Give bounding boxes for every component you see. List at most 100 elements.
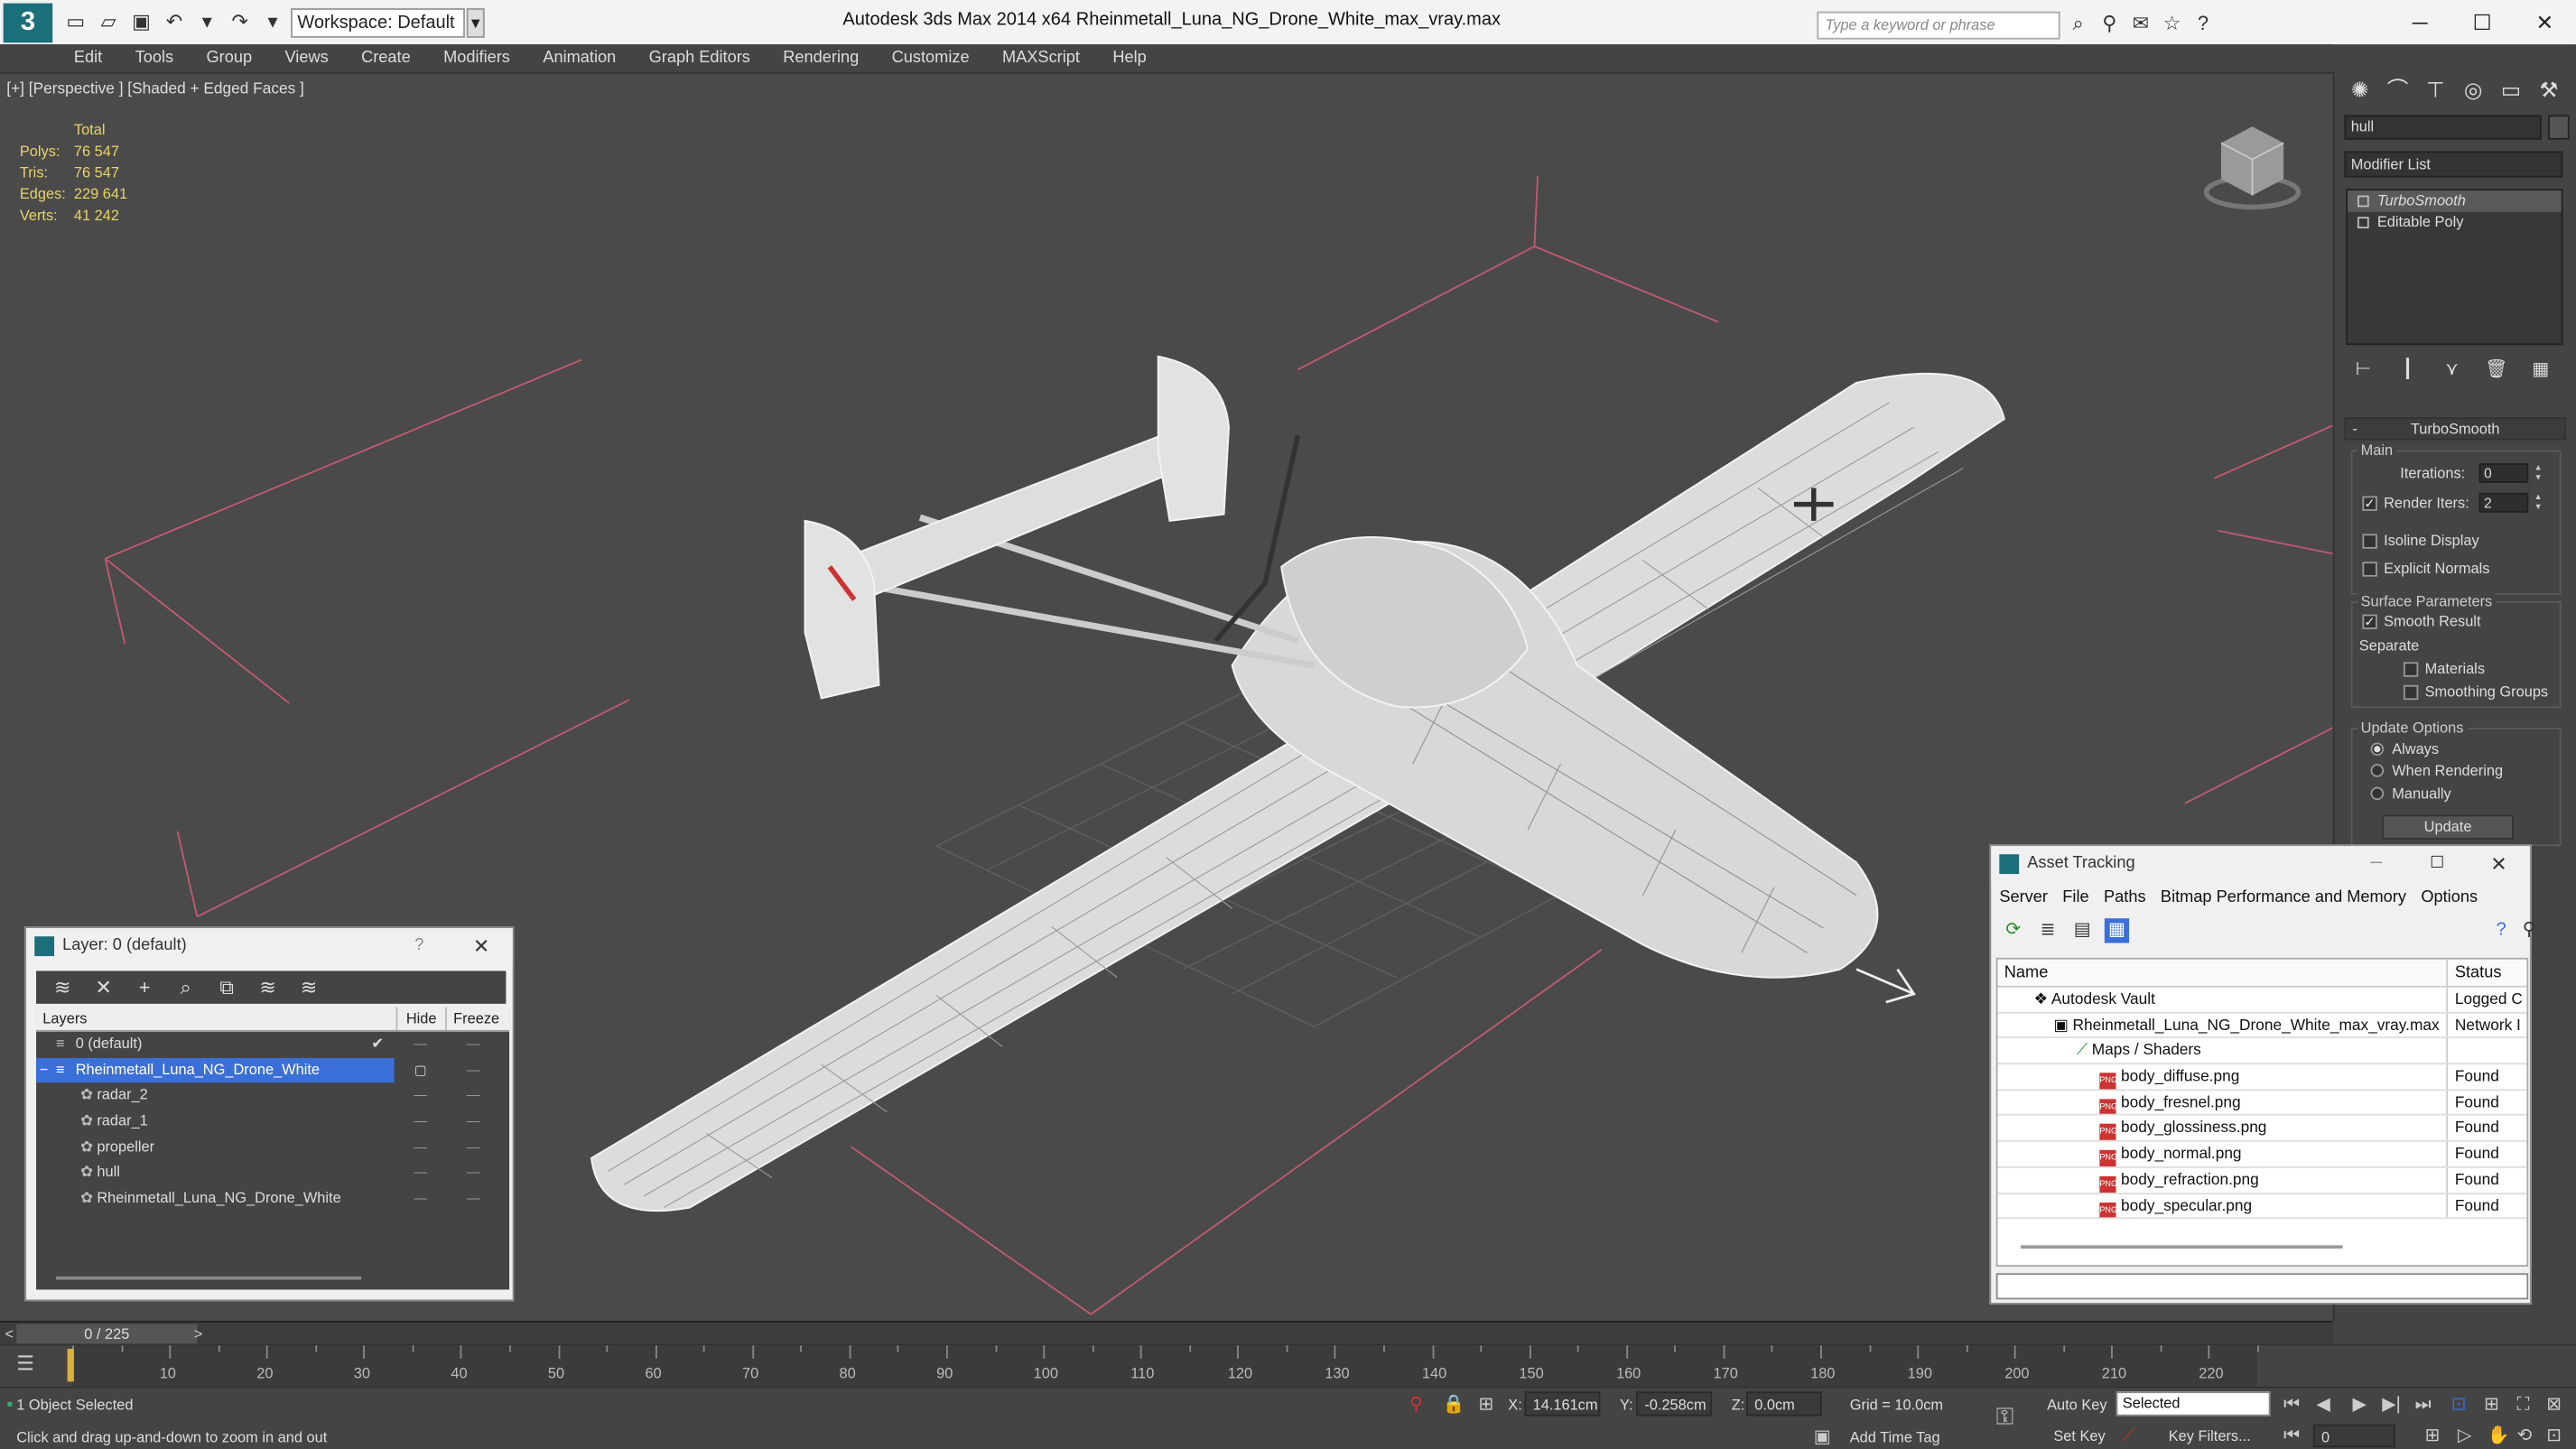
layer-row[interactable]: ✿ Rheinmetall_Luna_NG_Drone_White — — — [36, 1186, 509, 1212]
make-unique-icon[interactable]: ⋎ — [2440, 358, 2464, 381]
time-tag-icon[interactable]: ▣ — [1814, 1426, 1831, 1448]
key-filters-button[interactable]: Key Filters... — [2169, 1425, 2251, 1447]
set-key-icon[interactable]: ⟋ — [2123, 1425, 2135, 1447]
selection-lock-icon[interactable]: 🔒 — [1443, 1393, 1465, 1416]
hide-all-layers-icon[interactable]: ≋ — [255, 971, 281, 1003]
render-iters-spin-arrows-icon[interactable]: ▲ ▼ — [2532, 493, 2545, 513]
delete-layer-icon[interactable]: ✕ — [90, 971, 116, 1003]
asset-path-field[interactable] — [1995, 1273, 2529, 1300]
add-to-layer-icon[interactable]: + — [132, 971, 158, 1003]
menu-edit[interactable]: Edit — [58, 44, 119, 72]
field-of-view-icon[interactable]: ▷ — [2458, 1425, 2471, 1447]
time-slider[interactable]: < 0 / 225 > — [0, 1321, 2333, 1345]
asset-menu-file[interactable]: File — [2054, 886, 2096, 912]
asset-context-help-icon[interactable]: ⚲ — [2516, 918, 2541, 943]
asset-maximize-icon[interactable]: ☐ — [2430, 846, 2444, 882]
menu-customize[interactable]: Customize — [875, 44, 985, 72]
asset-close-icon[interactable]: ✕ — [2490, 846, 2506, 882]
help-icon[interactable]: ? — [2191, 12, 2214, 34]
stack-item-editable-poly[interactable]: Editable Poly — [2348, 212, 2562, 234]
key-set-select[interactable]: Selected — [2116, 1391, 2271, 1416]
close-icon[interactable]: ✕ — [2514, 0, 2576, 44]
layer-dialog-help-icon[interactable]: ? — [414, 928, 423, 964]
hierarchy-tab-icon[interactable]: ⊤ — [2420, 76, 2451, 106]
when-rendering-radio[interactable] — [2370, 764, 2385, 777]
update-button[interactable]: Update — [2382, 814, 2514, 840]
asset-minimize-icon[interactable]: ─ — [2370, 846, 2382, 882]
viewcube-icon[interactable] — [2201, 120, 2306, 212]
go-to-end-icon[interactable]: ⏭ — [2415, 1393, 2432, 1416]
configure-sets-icon[interactable]: ▦ — [2528, 358, 2553, 381]
render-iters-spinner[interactable]: 2 — [2478, 492, 2529, 513]
x-coordinate-field[interactable]: 14.161cm — [1524, 1391, 1601, 1416]
zoom-extents-icon[interactable]: ⛶ — [2516, 1393, 2529, 1416]
menu-modifiers[interactable]: Modifiers — [427, 44, 526, 72]
menu-animation[interactable]: Animation — [526, 44, 632, 72]
asset-row[interactable]: ▣ Rheinmetall_Luna_NG_Drone_White_max_vr… — [1997, 1013, 2527, 1039]
layer-dialog-title-bar[interactable]: Layer: 0 (default) ? ✕ — [26, 928, 513, 965]
set-key-mode-icon[interactable]: ⚿ — [1996, 1405, 2013, 1427]
binoculars-icon[interactable]: ⌕ — [2067, 12, 2089, 34]
app-logo-icon[interactable]: 3 — [3, 3, 53, 43]
select-in-layer-icon[interactable]: ⌕ — [172, 971, 199, 1003]
auto-key-button[interactable]: Auto Key — [2047, 1393, 2106, 1416]
stack-item-turbosmooth[interactable]: TurboSmooth — [2348, 190, 2562, 212]
favorites-icon[interactable]: ☆ — [2161, 12, 2183, 34]
asset-row[interactable]: PNG body_specular.png Found — [1997, 1194, 2527, 1220]
layer-dialog-close-icon[interactable]: ✕ — [473, 928, 489, 964]
viewport-label[interactable]: [+] [Perspective ] [Shaded + Edged Faces… — [6, 80, 304, 98]
open-file-icon[interactable]: ▱ — [96, 8, 122, 34]
modify-tab-icon[interactable]: ⌒ — [2382, 76, 2413, 106]
refresh-icon[interactable]: ⟳ — [2001, 918, 2025, 943]
menu-rendering[interactable]: Rendering — [767, 44, 875, 72]
layer-table-scrollbar[interactable] — [55, 1276, 362, 1280]
manually-radio[interactable] — [2370, 786, 2385, 801]
new-file-icon[interactable]: ▭ — [62, 8, 88, 34]
add-time-tag-button[interactable]: Add Time Tag — [1850, 1426, 1940, 1448]
subscription-icon[interactable]: ⚲ — [2098, 12, 2121, 34]
asset-table-scrollbar[interactable] — [2020, 1245, 2343, 1249]
orbit-icon[interactable]: ⟲ — [2516, 1425, 2532, 1447]
workspace-dropdown-icon[interactable]: ▼ — [466, 8, 485, 38]
pan-icon[interactable]: ✋ — [2488, 1425, 2510, 1447]
track-bar[interactable]: ☰ 10 20 30 40 50 60 70 80 90 100 110 120 130 140 150 16… — [0, 1343, 2576, 1389]
redo-icon[interactable]: ↷ — [227, 8, 253, 34]
set-key-button[interactable]: Set Key — [2053, 1425, 2105, 1447]
display-tab-icon[interactable]: ▭ — [2496, 76, 2527, 106]
always-radio[interactable] — [2370, 742, 2385, 757]
iterations-spinner[interactable]: 0 — [2478, 463, 2529, 483]
play-icon[interactable]: ▶ — [2353, 1393, 2367, 1416]
asset-row[interactable]: PNG body_diffuse.png Found — [1997, 1064, 2527, 1091]
list-view-icon[interactable]: ≣ — [2035, 918, 2060, 943]
zoom-extents-all-icon[interactable]: ⊠ — [2546, 1393, 2562, 1416]
layer-row[interactable]: − ≡ Rheinmetall_Luna_NG_Drone_White ▢ — — [36, 1057, 509, 1083]
redo-dropdown-icon[interactable]: ▾ — [259, 8, 285, 34]
time-prev-icon[interactable]: < — [5, 1323, 14, 1345]
new-layer-icon[interactable]: ≋ — [50, 971, 76, 1003]
asset-menu-server[interactable]: Server — [1991, 886, 2054, 912]
next-frame-icon[interactable]: ▶| — [2382, 1393, 2401, 1416]
maxscript-listener-icon[interactable]: ▪ — [6, 1393, 13, 1416]
layers-column-header[interactable]: Layers — [36, 1007, 398, 1030]
object-color-swatch[interactable] — [2548, 115, 2570, 140]
drone-model[interactable] — [590, 355, 2005, 1212]
asset-menu-bitmap-performance[interactable]: Bitmap Performance and Memory — [2153, 886, 2413, 912]
highlight-layer-icon[interactable]: ⧉ — [214, 971, 240, 1003]
object-name-field[interactable]: hull — [2344, 115, 2542, 140]
y-coordinate-field[interactable]: -0.258cm — [1636, 1391, 1712, 1416]
layer-row[interactable]: ✿ hull — — — [36, 1161, 509, 1187]
layer-row[interactable]: ✿ radar_2 — — — [36, 1083, 509, 1110]
asset-menu-options[interactable]: Options — [2413, 886, 2484, 912]
render-iters-checkbox[interactable]: ✓ — [2362, 496, 2377, 511]
z-coordinate-field[interactable]: 0.0cm — [1746, 1391, 1822, 1416]
menu-tools[interactable]: Tools — [118, 44, 190, 72]
mini-curve-editor-icon[interactable]: ☰ — [16, 1352, 34, 1375]
smoothing-groups-checkbox[interactable] — [2403, 684, 2419, 701]
menu-help[interactable]: Help — [1096, 44, 1163, 72]
show-end-result-icon[interactable]: ┃ — [2395, 358, 2420, 381]
iterations-spin-arrows-icon[interactable]: ▲ ▼ — [2532, 463, 2545, 483]
layer-row[interactable]: ✿ propeller — — — [36, 1135, 509, 1161]
menu-views[interactable]: Views — [268, 44, 345, 72]
hide-column-header[interactable]: Hide — [397, 1007, 447, 1030]
thumbnail-view-icon[interactable]: ▤ — [2070, 918, 2095, 943]
